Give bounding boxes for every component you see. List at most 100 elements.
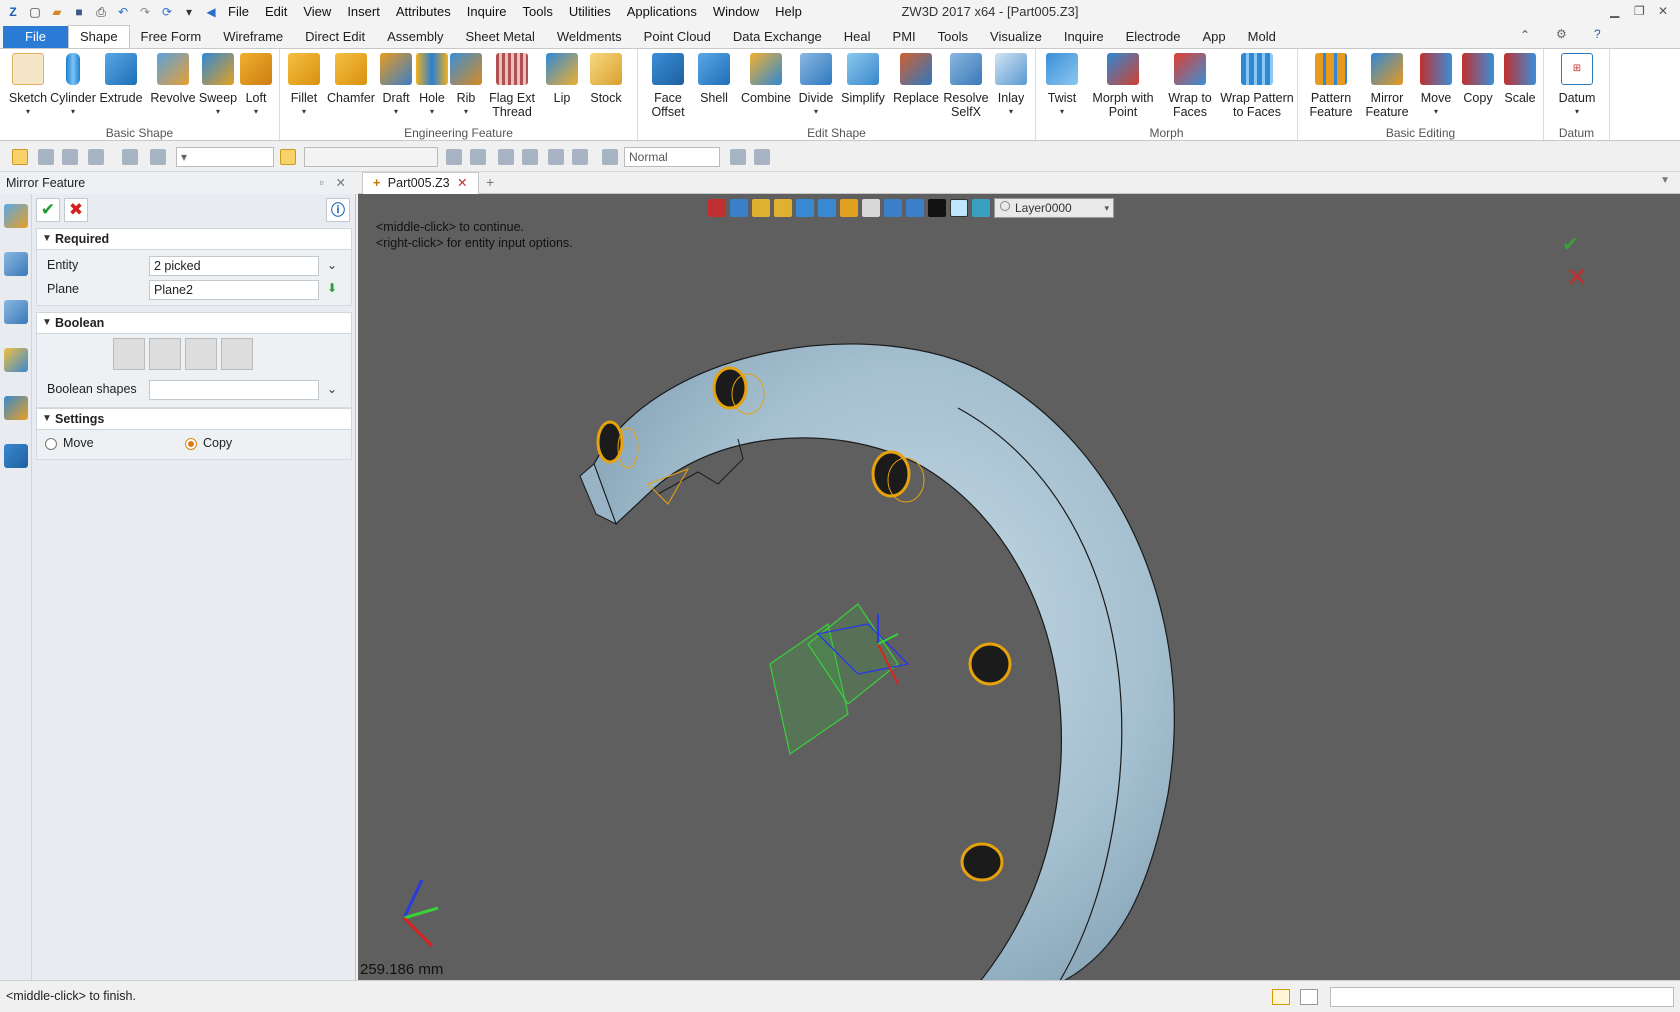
move-button[interactable]: Move ▾ (1416, 53, 1456, 119)
tab-weldments[interactable]: Weldments (546, 26, 633, 48)
tab-assembly[interactable]: Assembly (376, 26, 454, 48)
boolean-intersect-icon[interactable] (221, 338, 253, 370)
shell-button[interactable]: Shell (694, 53, 734, 105)
align-center-icon[interactable] (522, 149, 538, 165)
filter-icon[interactable] (150, 149, 166, 165)
tab-list-dropdown-icon[interactable]: ▼ (1660, 175, 1670, 186)
cylinder-button[interactable]: Cylinder ▾ (50, 53, 96, 119)
feature-manager-icon[interactable] (4, 204, 28, 228)
document-tab[interactable]: + Part005.Z3 ✕ (362, 172, 479, 194)
inlay-button[interactable]: Inlay ▾ (992, 53, 1030, 119)
menu-inquire[interactable]: Inquire (459, 0, 515, 24)
undo-icon[interactable]: ↶ (114, 3, 132, 21)
menu-insert[interactable]: Insert (339, 0, 388, 24)
menu-edit[interactable]: Edit (257, 0, 295, 24)
visual-manager-icon[interactable] (4, 396, 28, 420)
3d-viewport[interactable]: Layer0000 ▾ <middle-click> to continue. … (358, 194, 1680, 980)
boolean-add-icon[interactable] (149, 338, 181, 370)
pattern-feature-button[interactable]: Pattern Feature (1304, 53, 1358, 119)
settings-gear-icon[interactable]: ⚙ (1556, 27, 1567, 41)
face-offset-button[interactable]: Face Offset (644, 53, 692, 119)
menu-window[interactable]: Window (705, 0, 767, 24)
menu-help[interactable]: Help (767, 0, 810, 24)
plane-field[interactable]: Plane2 (149, 280, 319, 300)
cancel-button[interactable]: ✖ (64, 198, 88, 222)
minimize-icon[interactable]: ▁ (1610, 4, 1619, 18)
copy-radio[interactable] (185, 438, 197, 450)
save-icon[interactable]: ■ (70, 3, 88, 21)
section-required-header[interactable]: ▼ Required (36, 228, 352, 250)
restore-icon[interactable]: ❐ (1634, 4, 1645, 18)
rib-button[interactable]: Rib ▾ (450, 53, 482, 119)
regen-icon[interactable]: ⟳ (158, 3, 176, 21)
sweep-button[interactable]: Sweep ▾ (198, 53, 238, 119)
wrap-pattern-to-faces-button[interactable]: Wrap Pattern to Faces (1220, 53, 1294, 119)
tab-tools[interactable]: Tools (927, 26, 979, 48)
cursor-mode-icon[interactable] (730, 149, 746, 165)
boolean-shapes-field[interactable] (149, 380, 319, 400)
toolbar-tool-1-icon[interactable] (446, 149, 462, 165)
revolve-button[interactable]: Revolve (148, 53, 198, 105)
section-boolean-header[interactable]: ▼ Boolean (36, 312, 352, 334)
history-tree-icon[interactable] (4, 252, 28, 276)
panel-close-icon[interactable]: ✕ (336, 172, 346, 194)
resolve-selfx-button[interactable]: Resolve SelfX (942, 53, 990, 119)
info-button[interactable]: ⓘ (326, 198, 350, 222)
boolean-options-chevron-icon[interactable]: ⌄ (327, 382, 337, 396)
morph-with-point-button[interactable]: Morph with Point (1086, 53, 1160, 119)
stock-button[interactable]: Stock (584, 53, 628, 105)
menu-file[interactable]: File (220, 0, 257, 24)
tab-shape[interactable]: Shape (67, 25, 130, 48)
tab-sheet-metal[interactable]: Sheet Metal (455, 26, 546, 48)
tab-app[interactable]: App (1192, 26, 1237, 48)
user-icon[interactable] (4, 444, 28, 468)
add-pick-icon[interactable] (38, 149, 54, 165)
render-mode-select[interactable]: Normal (624, 147, 720, 167)
scale-button[interactable]: Scale (1500, 53, 1540, 105)
align-right-icon[interactable] (548, 149, 564, 165)
tab-wireframe[interactable]: Wireframe (212, 26, 294, 48)
quick-access-dropdown-icon[interactable]: ▾ (180, 3, 198, 21)
toolbar-tool-2-icon[interactable] (470, 149, 486, 165)
snap-combo[interactable] (304, 147, 438, 167)
entity-field[interactable]: 2 picked (149, 256, 319, 276)
draft-button[interactable]: Draft ▾ (378, 53, 414, 119)
box-select-icon[interactable] (88, 149, 104, 165)
boolean-remove-icon[interactable] (185, 338, 217, 370)
plane-pick-download-icon[interactable]: ⬇ (327, 281, 337, 295)
combine-button[interactable]: Combine (738, 53, 794, 105)
menu-utilities[interactable]: Utilities (561, 0, 619, 24)
tab-direct-edit[interactable]: Direct Edit (294, 26, 376, 48)
redo-icon[interactable]: ↷ (136, 3, 154, 21)
tab-mold[interactable]: Mold (1237, 26, 1287, 48)
loft-button[interactable]: Loft ▾ (238, 53, 274, 119)
status-list-icon[interactable] (1300, 989, 1318, 1005)
menu-view[interactable]: View (295, 0, 339, 24)
gear-tool-icon[interactable] (754, 149, 770, 165)
menu-tools[interactable]: Tools (515, 0, 561, 24)
entity-options-chevron-icon[interactable]: ⌄ (327, 258, 337, 272)
panel-pin-icon[interactable]: ▫ (320, 172, 324, 194)
replace-button[interactable]: Replace (892, 53, 940, 105)
simplify-button[interactable]: Simplify (838, 53, 888, 105)
tab-free-form[interactable]: Free Form (130, 26, 213, 48)
align-left-icon[interactable] (498, 149, 514, 165)
command-input-field[interactable] (1330, 987, 1674, 1007)
new-file-icon[interactable]: ▢ (26, 3, 44, 21)
fillet-button[interactable]: Fillet ▾ (284, 53, 324, 119)
help-icon[interactable]: ? (1594, 27, 1601, 41)
boolean-base-icon[interactable] (113, 338, 145, 370)
copy-button[interactable]: Copy (1458, 53, 1498, 105)
assembly-tree-icon[interactable] (4, 300, 28, 324)
status-view-icon[interactable] (1272, 989, 1290, 1005)
wrap-to-faces-button[interactable]: Wrap to Faces (1162, 53, 1218, 119)
hole-button[interactable]: Hole ▾ (414, 53, 450, 119)
datum-button[interactable]: ⊞ Datum ▾ (1552, 53, 1602, 119)
sketch-button[interactable]: Sketch ▾ (6, 53, 50, 119)
pick-arrow-icon[interactable] (12, 149, 28, 165)
object-browser-icon[interactable] (4, 348, 28, 372)
mirror-plane-gizmo[interactable] (647, 468, 910, 755)
menu-attributes[interactable]: Attributes (388, 0, 459, 24)
divide-button[interactable]: Divide ▾ (796, 53, 836, 119)
mirror-feature-button[interactable]: Mirror Feature (1360, 53, 1414, 119)
